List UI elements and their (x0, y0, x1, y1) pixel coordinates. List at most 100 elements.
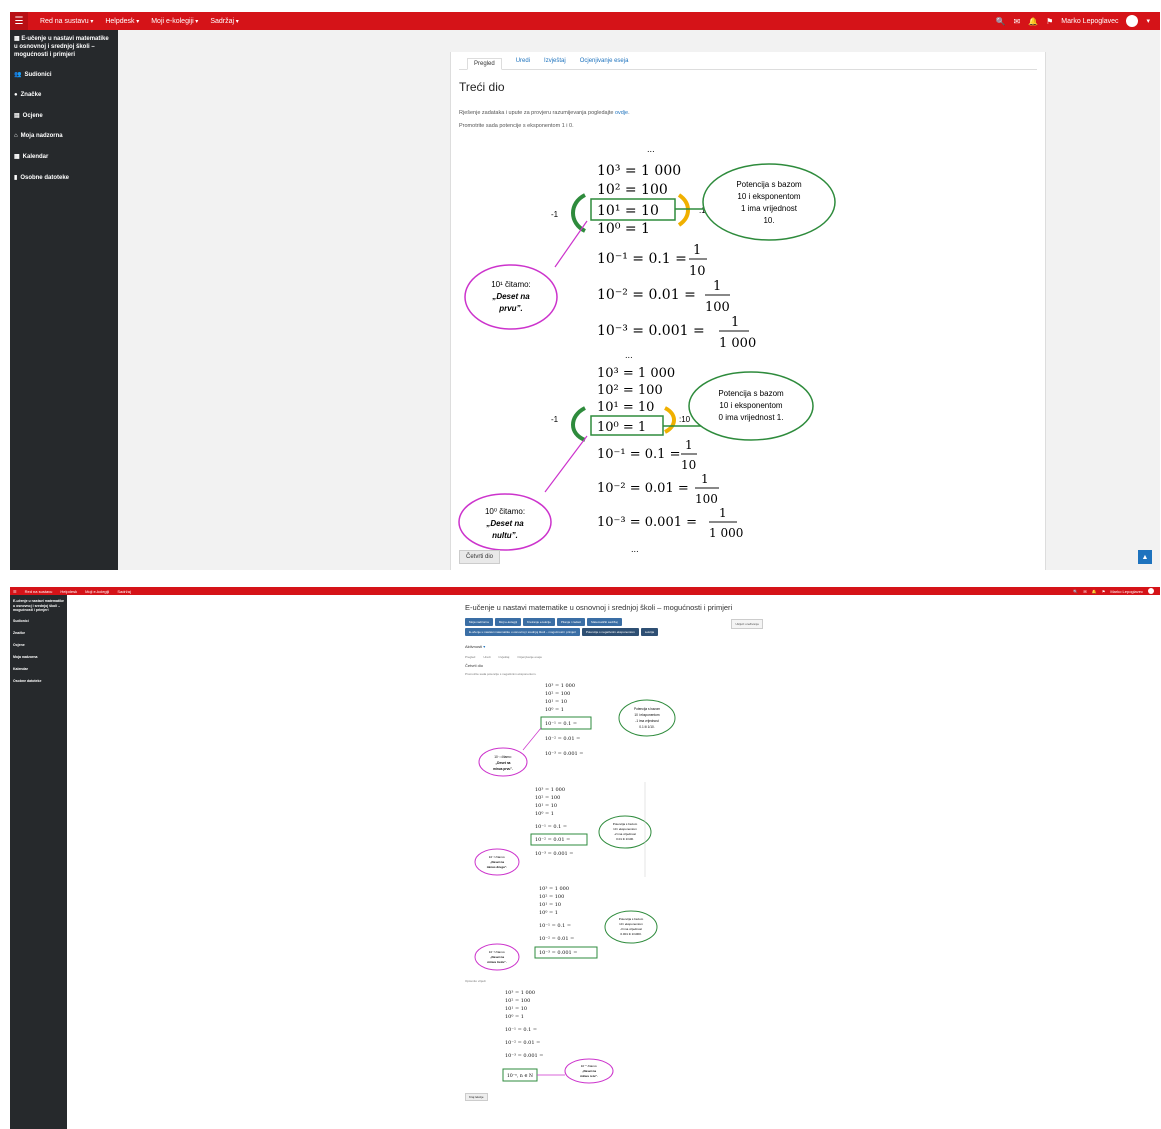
page-title: Treći dio (459, 80, 505, 94)
pink-line: 10⁻ⁿ čitamo: (581, 1064, 598, 1068)
sidebar-item-participants[interactable]: Sudionici (13, 619, 64, 623)
top-navbar: ☰ Red na sustavu Helpdesk Moji e-kolegij… (10, 12, 1160, 30)
green-cloud-line-3: 1 ima vrijednost (741, 204, 798, 213)
row: 10⁻¹ = 0.1 = (539, 923, 571, 929)
sidebar-course[interactable]: ▦ E-učenje u nastavi matematike u osnovn… (14, 36, 114, 59)
power-figure-c: 10³ = 1 000 10² = 100 10¹ = 10 10⁰ = 1 1… (474, 886, 658, 971)
frac-den-3: 1 000 (709, 526, 743, 540)
pink-cloud-line-1: 10¹ čitamo: (491, 280, 531, 289)
tab-essay-grading[interactable]: Ocjenjivanje eseja (517, 655, 541, 659)
sidebar-item-calendar[interactable]: ▦ Kalendar (14, 153, 114, 161)
sidebar-item-dashboard[interactable]: Moja nadzorna (13, 655, 64, 659)
tab-overview[interactable]: Pregled (467, 58, 502, 70)
end-lesson-button[interactable]: Kraj lekcije (465, 1093, 488, 1101)
pink-cloud-line-3: prvu”. (498, 304, 523, 313)
sidebar-item-grades[interactable]: ▤ Ocjene (14, 112, 114, 120)
row: 10⁰ = 1 (545, 707, 564, 713)
bell-icon[interactable]: 🔔 (1092, 589, 1097, 594)
row: 10⁰ = 1 (539, 910, 558, 916)
yellow-arrow (663, 406, 676, 434)
search-icon[interactable]: 🔍 (995, 17, 1005, 26)
sidebar-item-dashboard[interactable]: ⌂ Moja nadzorna (14, 133, 114, 139)
yellow-arrow (677, 193, 690, 227)
breadcrumb-item[interactable]: Potencije s negativnim eksponentom (581, 628, 639, 636)
nav-content[interactable]: Sadržaj (210, 18, 238, 25)
tab-overview[interactable]: Pregled (465, 655, 475, 659)
nav-content[interactable]: Sadržaj (117, 589, 131, 594)
breadcrumb-item[interactable]: Kreiranje e-lekcije (523, 618, 555, 626)
edit-mode-button[interactable]: Uključi uređivanje (731, 619, 763, 629)
pink-cloud-line-1: 10⁰ čitamo: (485, 507, 525, 516)
row: 10⁻³ = 0.001 = (505, 1053, 543, 1059)
nav-colleagues[interactable]: Moji e-kolegiji (85, 589, 109, 594)
row-10-3: 10³ = 1 000 (597, 163, 681, 179)
green-line: Potencija s bazom (619, 917, 644, 921)
nav-home[interactable]: Red na sustavu (25, 589, 53, 594)
green-arrow (571, 406, 587, 442)
row-10-1: 10¹ = 10 (597, 203, 659, 219)
sidebar-item-files[interactable]: Osobne datoteke (13, 679, 64, 683)
hamburger-icon[interactable]: ☰ (13, 589, 17, 594)
user-name[interactable]: Marko Lepoglavec (1110, 589, 1143, 594)
badge-icon: ● (14, 92, 18, 99)
breadcrumb-item[interactable]: Moji e-kolegiji (494, 618, 522, 626)
sidebar-item-badges[interactable]: Značke (13, 631, 64, 635)
tab-essay-grading[interactable]: Ocjenjivanje eseja (580, 58, 629, 65)
intro-link[interactable]: ovdje (615, 110, 628, 116)
tab-edit[interactable]: Uredi (516, 58, 530, 65)
next-part-button[interactable]: Četvrti dio (459, 550, 501, 564)
page-title: Četvrti dio (465, 663, 484, 668)
minus-one-label: -1 (551, 415, 559, 424)
mail-icon[interactable]: ✉ (1083, 589, 1086, 594)
dots-top: ... (625, 352, 633, 360)
course-title: E-učenje u nastavi matematike u osnovnoj… (465, 603, 733, 612)
row: 10² = 100 (535, 795, 560, 801)
nav-home[interactable]: Red na sustavu (40, 18, 93, 25)
tab-edit[interactable]: Uredi (483, 655, 490, 659)
pink-line: minus prvu”. (493, 767, 513, 771)
breadcrumb-item[interactable]: Moja nadzorna (465, 618, 493, 626)
hamburger-icon[interactable]: ☰ (10, 12, 28, 30)
pink-line: minus n-tu”. (580, 1074, 598, 1078)
chevron-down-icon[interactable]: ▾ (483, 644, 485, 649)
breadcrumb-item[interactable]: E-učenje u nastavi matematike u osnovnoj… (465, 628, 580, 636)
nav-helpdesk[interactable]: Helpdesk (105, 18, 139, 25)
row: 10¹ = 10 (505, 1006, 527, 1012)
breadcrumb-item[interactable]: Matematički sadržaj (587, 618, 622, 626)
nav-colleagues[interactable]: Moji e-kolegiji (151, 18, 198, 25)
sidebar-item-calendar[interactable]: Kalendar (13, 667, 64, 671)
breadcrumb-item[interactable]: Lekcija (640, 628, 659, 636)
mail-icon[interactable]: ✉ (1013, 17, 1020, 26)
flag-icon[interactable]: ⚑ (1046, 17, 1053, 26)
sidebar-item-files[interactable]: ▮ Osobne datoteke (14, 174, 114, 182)
sidebar-course[interactable]: E-učenje u nastavi matematike u osnovnoj… (13, 599, 64, 613)
sidebar-item-participants[interactable]: 👥 Sudionici (14, 71, 114, 79)
user-name[interactable]: Marko Lepoglavec (1061, 18, 1118, 25)
avatar[interactable] (1148, 588, 1154, 594)
pink-line: 10⁻² čitamo: (489, 855, 506, 859)
pink-line: „Deset na (490, 955, 504, 959)
chevron-down-icon[interactable]: ▾ (1146, 17, 1150, 25)
tab-report[interactable]: Izvještaj (544, 58, 566, 65)
scroll-top-icon[interactable]: ▲ (1138, 550, 1152, 564)
row: 10¹ = 10 (535, 803, 557, 809)
tab-report[interactable]: Izvještaj (499, 655, 510, 659)
breadcrumb-item[interactable]: Pitanja i zadaci (556, 618, 586, 626)
sidebar-item-label: Ocjene (22, 112, 43, 119)
row-10-m2: 10⁻² = 0.01 = (597, 287, 696, 303)
row: 10³ = 1 000 (539, 886, 569, 892)
sidebar-item-badges[interactable]: ● Značke (14, 92, 114, 98)
frac-den-1: 10 (689, 264, 706, 279)
sidebar-item-label: Moja nadzorna (20, 133, 63, 140)
power-figure-1: ... 10³ = 1 000 10² = 100 10¹ = 10 10⁰ =… (464, 147, 836, 347)
pink-line: minus treću”. (487, 960, 507, 964)
search-icon[interactable]: 🔍 (1073, 589, 1078, 594)
nav-helpdesk[interactable]: Helpdesk (60, 589, 77, 594)
sidebar-item-grades[interactable]: Ocjene (13, 643, 64, 647)
flag-icon[interactable]: ⚑ (1102, 589, 1106, 594)
green-line: Potencija s bazom (613, 822, 638, 826)
bell-icon[interactable]: 🔔 (1028, 17, 1038, 26)
avatar[interactable] (1126, 15, 1139, 27)
activities-label: Aktivnosti ▾ (465, 644, 755, 649)
power-figure-2: ... 10³ = 1 000 10² = 100 10¹ = 10 10⁰ =… (458, 352, 814, 552)
